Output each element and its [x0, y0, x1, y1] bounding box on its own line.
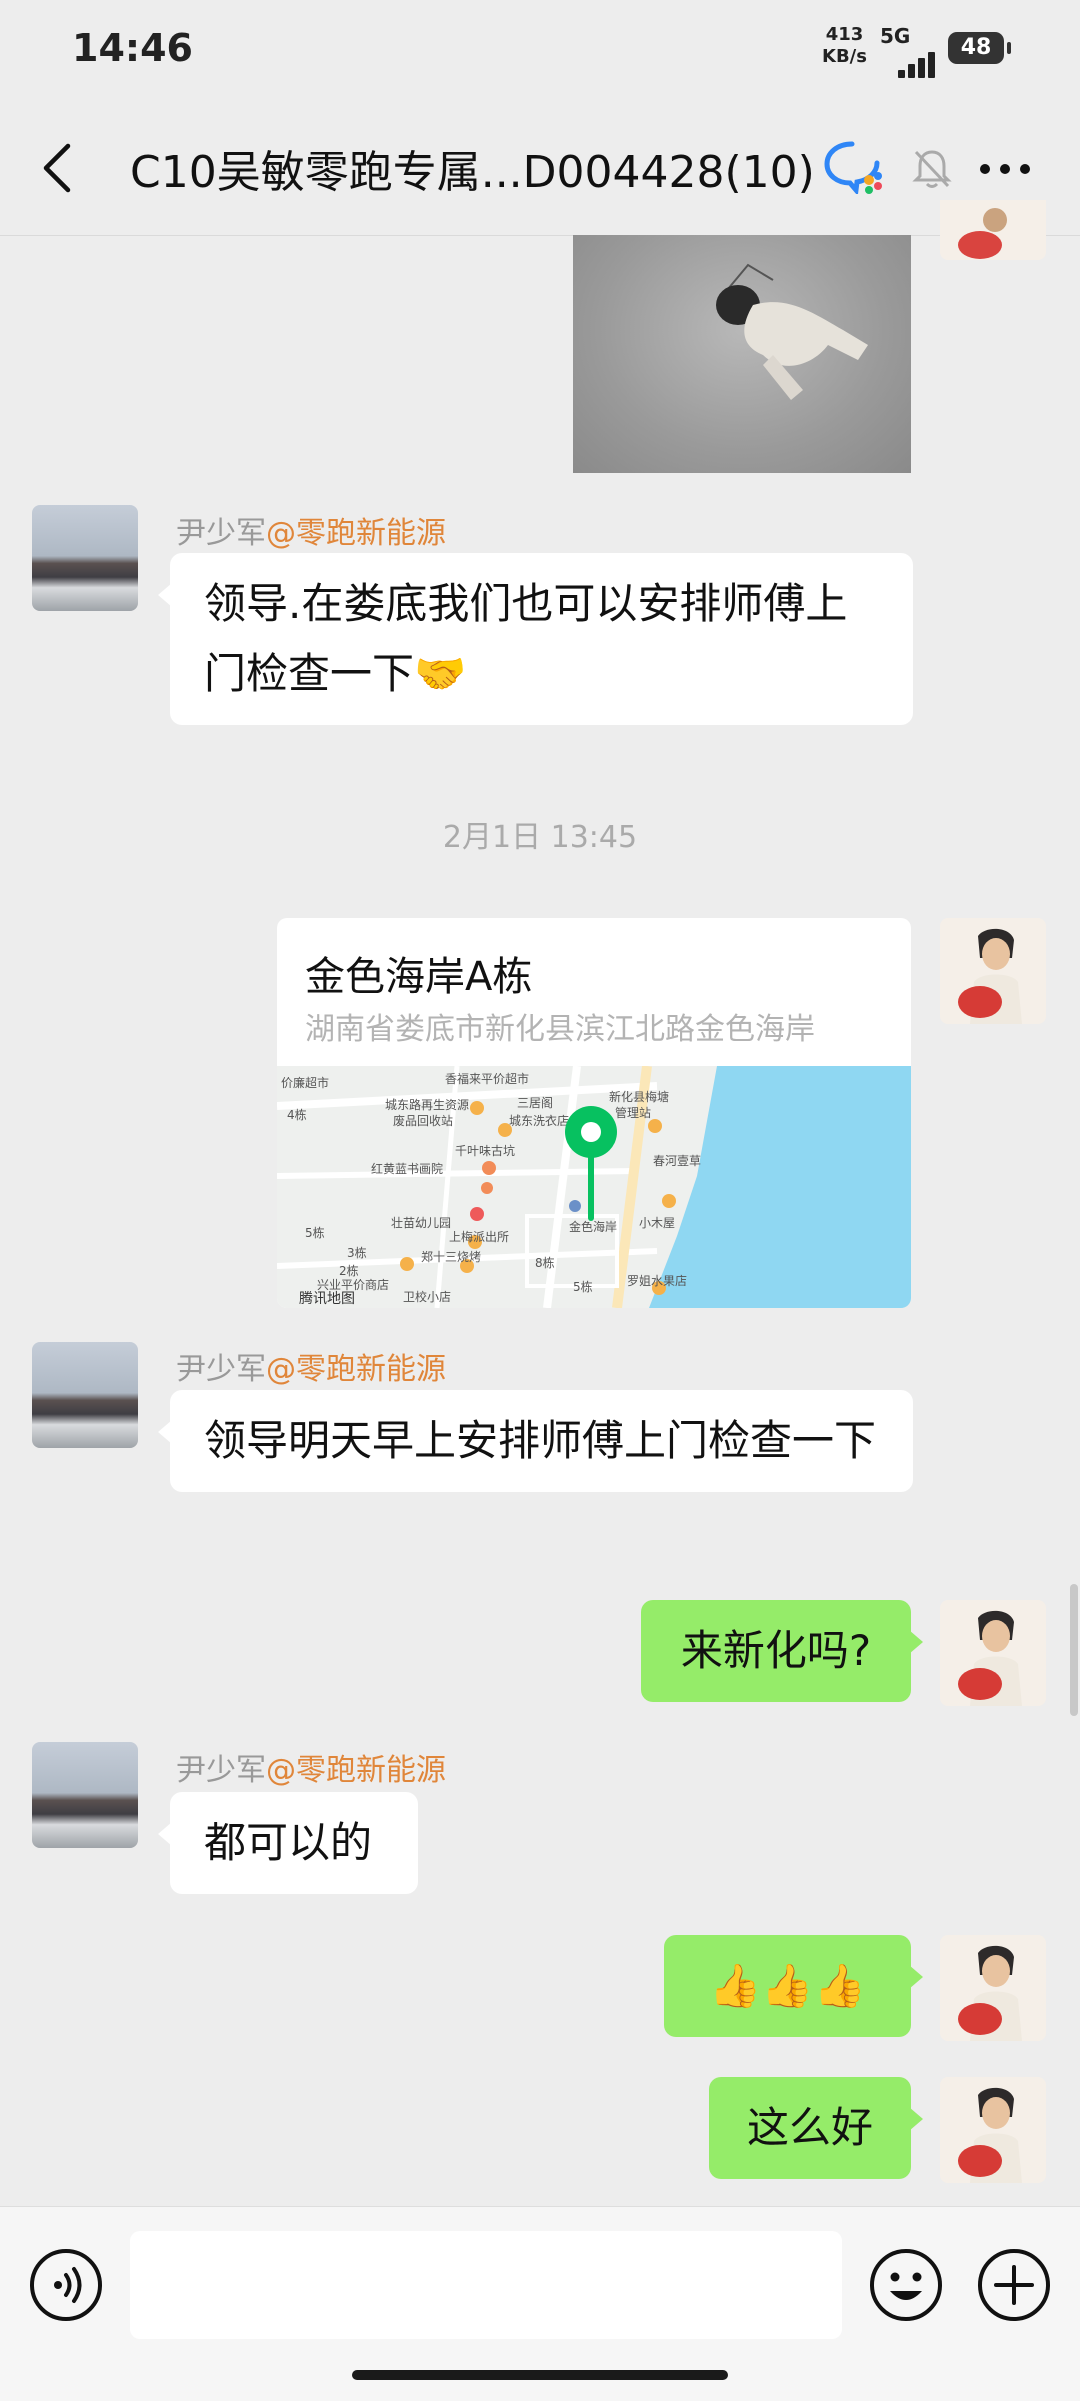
- my-avatar[interactable]: [940, 1935, 1046, 2041]
- map-label: 香福来平价超市: [445, 1072, 530, 1086]
- map-label: 红黄蓝书画院: [371, 1162, 444, 1176]
- sender-name: 尹少军@零跑新能源: [176, 1745, 446, 1789]
- emoji-icon[interactable]: [868, 2247, 944, 2323]
- enterprise-chat-icon[interactable]: [822, 138, 884, 194]
- map-label: 三居阁: [517, 1096, 554, 1110]
- location-address: 湖南省娄底市新化县滨江北路金色海岸: [305, 1012, 815, 1047]
- mute-bell-icon[interactable]: [912, 146, 952, 190]
- my-avatar[interactable]: [940, 1600, 1046, 1706]
- network-speed: 413 KB/s: [822, 24, 867, 68]
- sender-name: 尹少军@零跑新能源: [176, 508, 446, 552]
- message-bubble[interactable]: 这么好: [709, 2077, 923, 2179]
- map-attribution: 腾讯地图: [299, 1291, 355, 1307]
- location-map[interactable]: 价廉超市 香福来平价超市 4栋 城东路再生资源 废品回收站 三居阁 城东洗衣店 …: [277, 1066, 911, 1308]
- map-label: 上梅派出所: [449, 1230, 510, 1244]
- add-icon[interactable]: [976, 2247, 1052, 2323]
- map-label: 3栋: [347, 1246, 367, 1260]
- map-label: 5栋: [573, 1280, 593, 1294]
- sender-name: 尹少军@零跑新能源: [176, 1344, 446, 1388]
- sender-avatar[interactable]: [32, 1342, 138, 1448]
- map-label: 郑十三烧烤: [421, 1250, 482, 1264]
- map-label: 价廉超市: [281, 1076, 330, 1090]
- map-label: 千叶味古坑: [455, 1144, 516, 1158]
- my-avatar[interactable]: [940, 2077, 1046, 2183]
- message-bubble[interactable]: 👍👍👍: [664, 1935, 923, 2037]
- timestamp: 2月1日 13:45: [442, 820, 638, 855]
- more-icon[interactable]: [978, 162, 1032, 176]
- back-icon[interactable]: [38, 140, 78, 196]
- location-title: 金色海岸A栋: [305, 954, 533, 1000]
- map-pin-icon: [565, 1106, 617, 1221]
- scrollbar[interactable]: [1070, 1584, 1078, 1716]
- message-text: 都可以的: [204, 1818, 373, 1867]
- sender-name-text: 尹少军: [176, 1352, 266, 1387]
- location-card[interactable]: 金色海岸A栋 湖南省娄底市新化县滨江北路金色海岸 价廉超市 香福来平价超市 4栋…: [277, 918, 911, 1308]
- signal-icon: [898, 40, 938, 78]
- message-text: 这么好: [746, 2103, 873, 2152]
- map-label: 5栋: [305, 1226, 325, 1240]
- message-bubble[interactable]: 都可以的: [158, 1792, 418, 1894]
- my-avatar[interactable]: [940, 918, 1046, 1024]
- map-label: 小木屋: [639, 1216, 676, 1230]
- message-bubble[interactable]: 来新化吗?: [641, 1600, 923, 1702]
- map-label: 壮苗幼儿园: [391, 1216, 452, 1230]
- voice-icon[interactable]: [28, 2247, 104, 2323]
- map-label: 春河壹草: [653, 1154, 702, 1168]
- my-avatar[interactable]: [940, 200, 1046, 260]
- image-message[interactable]: [573, 235, 911, 473]
- map-label: 罗姐水果店: [627, 1274, 688, 1288]
- message-bubble[interactable]: 领导明天早上安排师傅上门检查一下: [158, 1390, 913, 1492]
- map-label: 8栋: [535, 1256, 555, 1270]
- sender-name-text: 尹少军: [176, 516, 266, 551]
- chat-header: C10吴敏零跑专属...D004428(10): [0, 100, 1080, 236]
- sender-tag: @零跑新能源: [266, 1352, 446, 1387]
- message-input[interactable]: [130, 2231, 842, 2339]
- map-label: 卫校小店: [403, 1290, 452, 1304]
- status-time: 14:46: [72, 26, 193, 70]
- message-bubble[interactable]: 领导.在娄底我们也可以安排师傅上门检查一下🤝: [158, 553, 913, 725]
- sender-tag: @零跑新能源: [266, 516, 446, 551]
- network-speed-value: 413: [825, 24, 864, 45]
- map-label: 废品回收站: [393, 1114, 454, 1128]
- sender-avatar[interactable]: [32, 505, 138, 611]
- map-label: 4栋: [287, 1108, 307, 1122]
- sender-name-text: 尹少军: [176, 1753, 266, 1788]
- home-indicator[interactable]: [352, 2370, 728, 2380]
- status-bar: 14:46 413 KB/s 5G 48: [0, 0, 1080, 100]
- network-speed-unit: KB/s: [822, 46, 867, 67]
- map-label: 城东路再生资源: [385, 1098, 470, 1112]
- battery-icon: 48: [948, 32, 1011, 64]
- message-text: 领导明天早上安排师傅上门检查一下: [204, 1416, 877, 1465]
- sender-tag: @零跑新能源: [266, 1753, 446, 1788]
- message-text: 👍👍👍: [709, 1961, 866, 2010]
- battery-level: 48: [960, 35, 992, 60]
- sender-avatar[interactable]: [32, 1742, 138, 1848]
- message-text: 来新化吗?: [680, 1626, 872, 1675]
- chat-title: C10吴敏零跑专属...D004428(10): [130, 147, 815, 198]
- message-text: 领导.在娄底我们也可以安排师傅上门检查一下🤝: [204, 579, 848, 698]
